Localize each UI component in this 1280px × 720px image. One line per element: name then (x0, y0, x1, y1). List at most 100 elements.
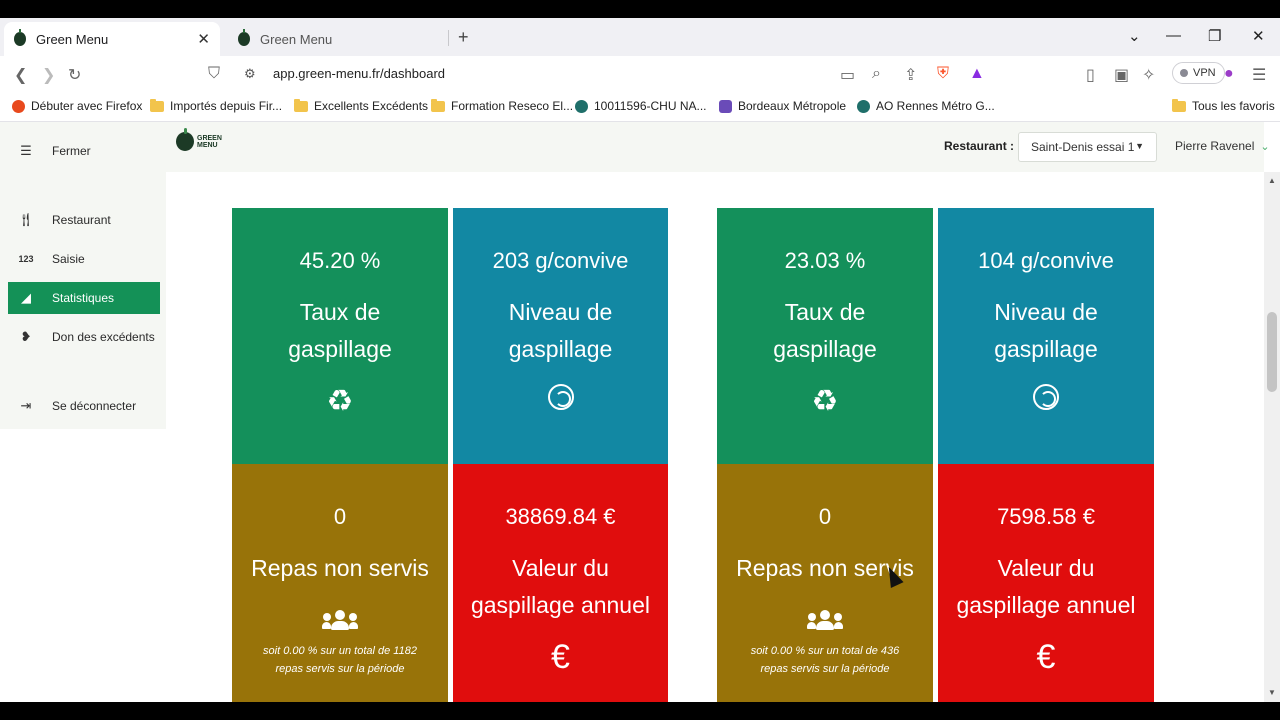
site-settings-icon[interactable]: ⚙ (244, 66, 256, 82)
users-icon (717, 610, 933, 635)
restaurant-label: Restaurant : (944, 139, 1015, 153)
rewards-triangle-icon[interactable]: ▲ (969, 65, 985, 83)
bookmark-item[interactable]: AO Rennes Métro G... (857, 99, 995, 113)
gauge-icon (938, 384, 1154, 418)
bookmarks-bar: Débuter avec Firefox Importés depuis Fir… (0, 92, 1280, 122)
logo-line-2: MENU (197, 141, 218, 149)
chevron-down-icon: ⌄ (1260, 141, 1270, 153)
bookmark-label: Formation Reseco El... (451, 99, 574, 113)
bookmark-folder[interactable]: Formation Reseco El... (431, 98, 574, 113)
tab-green-menu[interactable]: Green Menu (228, 22, 448, 56)
tab-strip: Green Menu ✕ Green Menu + ⌄ — ❐ ✕ (0, 18, 1280, 56)
sidebar-item-label: Don des excédents (52, 330, 155, 344)
tab-list-chevron-icon[interactable]: ⌄ (1128, 27, 1141, 45)
brave-shield-icon[interactable]: ⛨ (937, 65, 949, 83)
green-menu-favicon-icon (238, 29, 250, 46)
folder-icon (294, 98, 308, 112)
page-scrollbar[interactable] (1264, 172, 1280, 702)
bookmark-folder[interactable]: Excellents Excédents (294, 98, 429, 113)
user-name: Pierre Ravenel (1175, 139, 1255, 153)
repas-value: 0 (818, 504, 832, 529)
restaurant-select[interactable]: Saint-Denis essai 1 ▼ (1018, 132, 1157, 162)
folder-icon (150, 98, 164, 112)
site-icon (857, 99, 870, 113)
tab-green-menu-active[interactable]: Green Menu ✕ (4, 22, 220, 56)
firefox-icon (12, 99, 25, 113)
reload-icon[interactable]: ↻ (68, 65, 81, 85)
green-menu-favicon-icon (14, 29, 26, 46)
new-tab-icon[interactable]: + (458, 27, 469, 48)
vpn-button[interactable]: VPN (1172, 62, 1225, 84)
profile-icon[interactable]: ● (1224, 65, 1234, 83)
bookmark-label: Tous les favoris (1192, 99, 1275, 113)
folder-icon (1172, 98, 1186, 112)
valeur-value: 38869.84 € (505, 504, 616, 529)
bookmark-label: Excellents Excédents (314, 99, 429, 113)
bookmark-label: 10011596-CHU NA... (594, 99, 707, 113)
restaurant-selected-value: Saint-Denis essai 1 (1031, 140, 1135, 154)
tab-title: Green Menu (260, 31, 333, 47)
sidebar-item-restaurant[interactable]: 🍴︎ Restaurant (8, 204, 160, 236)
sidebar-item-label: Restaurant (52, 213, 111, 227)
bookmark-folder[interactable]: Importés depuis Fir... (150, 98, 283, 113)
folder-icon (431, 98, 445, 112)
restore-icon[interactable]: ❐ (1208, 27, 1221, 45)
taux-value: 45.20 % (299, 248, 381, 273)
leo-ai-icon[interactable]: ✧ (1142, 65, 1155, 85)
back-icon[interactable]: ❮ (14, 65, 27, 85)
bookmark-icon[interactable]: ⛉ (208, 65, 220, 83)
taux-value: 23.03 % (784, 248, 866, 273)
site-icon (575, 99, 588, 113)
recycle-icon: ♻ (326, 385, 354, 418)
minimize-icon[interactable]: — (1166, 27, 1181, 44)
repas-non-servis-card: 0 Repas non servis soit 0.00 % sur un to… (232, 464, 448, 702)
repas-label: Repas non servis (251, 555, 429, 581)
bookmark-label: AO Rennes Métro G... (876, 99, 995, 113)
gauge-icon (453, 384, 668, 418)
sidebar-item-saisie[interactable]: 123 Saisie (8, 243, 160, 275)
users-icon (232, 610, 448, 635)
forward-icon[interactable]: ❯ (42, 65, 55, 85)
sidebar-toggle[interactable]: ☰ Fermer (8, 135, 160, 167)
tab-title: Green Menu (36, 31, 109, 47)
sidebar-toggle-icon[interactable]: ▯ (1086, 65, 1095, 85)
sidebar-item-don-excedents[interactable]: ❥ Don des excédents (8, 321, 160, 353)
valeur-label: Valeur du gaspillage annuel (956, 555, 1136, 618)
niveau-value: 104 g/convive (978, 248, 1114, 273)
scroll-down-icon[interactable]: ▼ (1268, 688, 1276, 697)
close-tab-icon[interactable]: ✕ (197, 30, 210, 48)
chart-area-icon: ◢ (21, 290, 31, 305)
green-menu-logo[interactable]: GREEN MENU (176, 128, 222, 151)
sidebar: ☰ Fermer 🍴︎ Restaurant 123 Saisie ◢ Stat… (0, 122, 166, 429)
user-menu[interactable]: Pierre Ravenel ⌄ (1175, 139, 1270, 153)
logo-line-1: GREEN (197, 134, 222, 142)
share-icon[interactable]: ⇪ (904, 65, 917, 85)
taux-label: Taux de gaspillage (288, 299, 392, 362)
sidebar-item-deconnecter[interactable]: ⇥ Se déconnecter (8, 390, 160, 422)
close-window-icon[interactable]: ✕ (1252, 27, 1265, 45)
caret-down-icon: ▼ (1135, 141, 1144, 151)
address-bar-url[interactable]: app.green-menu.fr/dashboard (273, 66, 445, 81)
bookmark-item[interactable]: 10011596-CHU NA... (575, 99, 707, 113)
tab-separator (448, 30, 449, 46)
app-viewport: ☰ Fermer 🍴︎ Restaurant 123 Saisie ◢ Stat… (0, 122, 1280, 702)
scrollbar-thumb[interactable] (1267, 312, 1277, 392)
sidebar-item-statistiques[interactable]: ◢ Statistiques (8, 282, 160, 314)
repas-value: 0 (333, 504, 347, 529)
wallet-icon[interactable]: ▣ (1114, 65, 1129, 85)
sidebar-item-label: Saisie (52, 252, 85, 266)
all-bookmarks-folder[interactable]: Tous les favoris (1172, 98, 1275, 113)
recycle-icon: ♻ (811, 385, 839, 418)
teams-icon (719, 99, 732, 113)
scroll-up-icon[interactable]: ▲ (1268, 176, 1276, 185)
valeur-gaspillage-card: 38869.84 € Valeur du gaspillage annuel € (453, 464, 668, 702)
zoom-icon[interactable]: ⌕ (872, 65, 881, 83)
cast-icon[interactable]: ▭ (840, 65, 855, 85)
bookmark-item[interactable]: Débuter avec Firefox (12, 99, 142, 113)
hamburger-icon: ☰ (20, 143, 32, 158)
bookmark-label: Débuter avec Firefox (31, 99, 143, 113)
sidebar-toggle-label: Fermer (52, 144, 91, 158)
menu-icon[interactable]: ☰ (1252, 65, 1266, 85)
bookmark-item[interactable]: Bordeaux Métropole (719, 99, 846, 113)
bookmark-label: Importés depuis Fir... (170, 99, 283, 113)
